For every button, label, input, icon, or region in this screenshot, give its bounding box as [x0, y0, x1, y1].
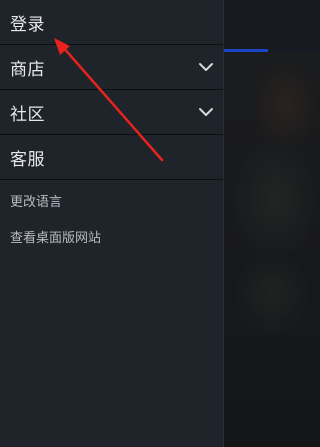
nav-item-store[interactable]: 商店	[0, 45, 223, 90]
nav-item-label: 登录	[10, 14, 45, 35]
side-drawer-menu: 登录 商店 社区 客服 更改语言 查看桌面版网站	[0, 0, 224, 447]
link-label: 更改语言	[10, 194, 63, 210]
nav-item-label: 商店	[10, 59, 45, 80]
chevron-down-icon[interactable]	[197, 58, 215, 76]
chevron-down-icon[interactable]	[197, 103, 215, 121]
background-header	[224, 0, 320, 52]
nav-item-support[interactable]: 客服	[0, 135, 223, 180]
nav-item-label: 社区	[10, 104, 45, 125]
change-language-link[interactable]: 更改语言	[0, 182, 223, 218]
screen: 登录 商店 社区 客服 更改语言 查看桌面版网站	[0, 0, 320, 447]
link-label: 查看桌面版网站	[10, 230, 102, 246]
background-image-shade	[250, 60, 320, 150]
background-image-shade	[232, 250, 312, 340]
view-desktop-site-link[interactable]: 查看桌面版网站	[0, 218, 223, 254]
nav-item-login[interactable]: 登录	[0, 0, 223, 45]
nav-item-label: 客服	[10, 149, 45, 170]
background-image-shade	[230, 140, 320, 260]
nav-item-community[interactable]: 社区	[0, 90, 223, 135]
